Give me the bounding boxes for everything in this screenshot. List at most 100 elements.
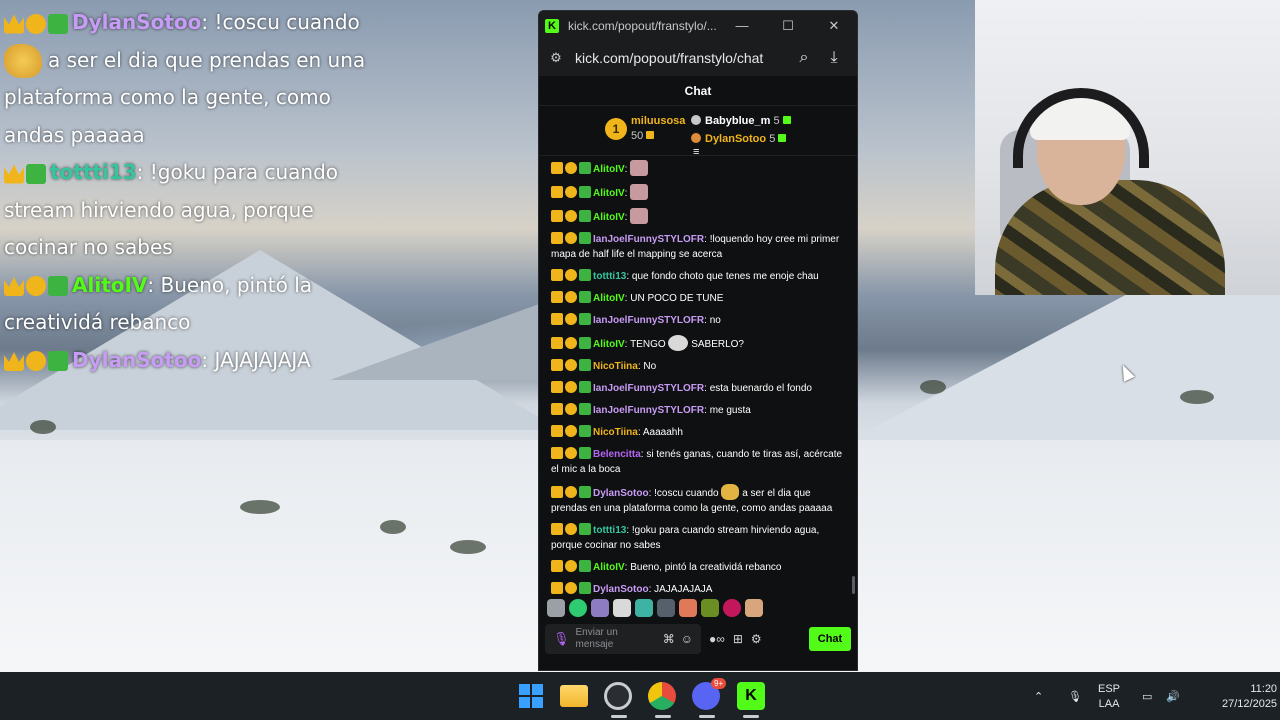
crown-badge-icon: [551, 582, 563, 594]
chat-username[interactable]: AlitoIV: [593, 562, 625, 573]
chat-message[interactable]: AlitoIV: TENGO SABERLO?: [551, 335, 849, 352]
turtle-emote-icon[interactable]: [701, 599, 719, 617]
chat-message[interactable]: IanJoelFunnySTYLOFR: no: [551, 313, 849, 328]
chat-username[interactable]: IanJoelFunnySTYLOFR: [593, 234, 704, 245]
chat-message[interactable]: DylanSotoo: !coscu cuando a ser el dia q…: [551, 484, 849, 516]
subscriber-badge-icon: [26, 351, 46, 371]
face-emote-icon[interactable]: [723, 599, 741, 617]
chat-username[interactable]: DylanSotoo: [593, 584, 649, 595]
sub-badge-icon: [565, 447, 577, 459]
tray-overflow-icon[interactable]: ⌃: [1034, 672, 1043, 720]
bunny-emote-icon[interactable]: [591, 599, 609, 617]
microphone-icon[interactable]: 🎙: [553, 631, 570, 647]
chat-message[interactable]: AlitoIV: UN POCO DE TUNE: [551, 291, 849, 306]
points-icon[interactable]: ●∞: [709, 632, 725, 646]
headset-icon: [1013, 88, 1149, 168]
network-icon[interactable]: ▭: [1142, 672, 1152, 720]
pointing-emote-icon[interactable]: [679, 599, 697, 617]
chat-message[interactable]: AlitoIV:: [551, 160, 849, 177]
hat-emote-icon[interactable]: [657, 599, 675, 617]
chat-username[interactable]: Belencitta: [593, 449, 641, 460]
girl-emote-icon[interactable]: [745, 599, 763, 617]
chat-message[interactable]: IanJoelFunnySTYLOFR: me gusta: [551, 403, 849, 418]
gift-box-icon[interactable]: ⊞: [733, 632, 743, 646]
chat-message[interactable]: DylanSotoo: JAJAJAJAJA: [551, 582, 849, 596]
chat-username[interactable]: tottti13: [593, 525, 626, 536]
commands-icon[interactable]: ⌘: [663, 632, 675, 646]
chat-input-placeholder[interactable]: Enviar un mensaje: [576, 627, 657, 651]
clock[interactable]: 11:20 27/12/2025: [1222, 682, 1277, 712]
overlay-message: DylanSotoo: !coscu cuando a ser el dia q…: [4, 4, 384, 154]
chat-username[interactable]: AlitoIV: [593, 212, 625, 223]
chat-text: que fondo choto que tenes me enoje chau: [631, 271, 819, 282]
leaderboard-first[interactable]: 1 miluusosa 50: [605, 114, 685, 144]
chat-message[interactable]: tottti13: que fondo choto que tenes me e…: [551, 269, 849, 284]
taskbar[interactable]: 9+ K ⌃ 🎙 ESP LAA ▭ 🔊 11:20 27/12/2025: [0, 672, 1280, 720]
crown-badge-icon: [551, 313, 563, 325]
chat-username[interactable]: NicoTiina: [593, 427, 638, 438]
window-titlebar[interactable]: K kick.com/popout/franstylo/... — ☐ ✕: [539, 11, 857, 40]
dog-emote-icon: [721, 484, 740, 500]
chat-username[interactable]: AlitoIV: [593, 164, 625, 175]
chat-username[interactable]: AlitoIV: [593, 293, 625, 304]
chat-composer[interactable]: 🎙 Enviar un mensaje ⌘ ☺ ●∞ ⊞ ⚙ Chat: [539, 620, 857, 658]
cat-emote-icon[interactable]: [547, 599, 565, 617]
gift-leaderboard[interactable]: 1 miluusosa 50 Babyblue_m 5 DylanSotoo 5…: [539, 106, 857, 158]
search-icon[interactable]: ⌕: [789, 49, 819, 67]
start-button[interactable]: [515, 680, 547, 712]
rank-dot-icon: [691, 115, 701, 125]
maximize-button[interactable]: ☐: [765, 11, 811, 40]
chat-message[interactable]: NicoTiina: No: [551, 359, 849, 374]
chat-messages[interactable]: AlitoIV: AlitoIV: AlitoIV: IanJoelFunnyS…: [539, 156, 857, 596]
chat-message[interactable]: AlitoIV: Bueno, pintó la creatividá reba…: [551, 560, 849, 575]
leaderboard-entry[interactable]: DylanSotoo 5: [691, 130, 791, 148]
chat-message[interactable]: NicoTiina: Aaaaahh: [551, 425, 849, 440]
chat-username[interactable]: AlitoIV: [593, 188, 625, 199]
chat-username[interactable]: DylanSotoo: [593, 488, 649, 499]
chrome-icon[interactable]: [648, 682, 676, 710]
crown-badge-icon: [551, 381, 563, 393]
user-badges: [551, 162, 593, 175]
url-text[interactable]: kick.com/popout/franstylo/chat: [575, 50, 789, 66]
chat-username[interactable]: AlitoIV: [593, 339, 625, 350]
file-explorer-icon[interactable]: [560, 685, 588, 707]
emote-bar[interactable]: [539, 596, 857, 620]
chat-message[interactable]: AlitoIV:: [551, 184, 849, 201]
scrollbar-thumb[interactable]: [852, 576, 855, 594]
close-button[interactable]: ✕: [811, 11, 857, 40]
send-chat-button[interactable]: Chat: [809, 627, 851, 651]
chat-message[interactable]: AlitoIV:: [551, 208, 849, 225]
chat-username[interactable]: tottti13: [593, 271, 626, 282]
language-indicator[interactable]: ESP LAA: [1098, 682, 1120, 712]
leaderboard-entry[interactable]: Babyblue_m 5: [691, 112, 791, 130]
chat-message[interactable]: Belencitta: si tenés ganas, cuando te ti…: [551, 447, 849, 477]
kick-app-icon[interactable]: K: [737, 682, 765, 710]
obs-icon[interactable]: [604, 682, 632, 710]
chat-popout-window[interactable]: K kick.com/popout/franstylo/... — ☐ ✕ ⚙ …: [538, 10, 858, 671]
globe-emote-icon[interactable]: [569, 599, 587, 617]
chat-message[interactable]: IanJoelFunnySTYLOFR: esta buenardo el fo…: [551, 381, 849, 396]
chat-text: UN POCO DE TUNE: [630, 293, 724, 304]
chat-message[interactable]: IanJoelFunnySTYLOFR: !loquendo hoy cree …: [551, 232, 849, 262]
leaderboard-others[interactable]: Babyblue_m 5 DylanSotoo 5: [691, 112, 791, 148]
chat-username[interactable]: IanJoelFunnySTYLOFR: [593, 383, 704, 394]
kick-logo-icon: K: [545, 18, 559, 33]
chat-username[interactable]: NicoTiina: [593, 361, 638, 372]
crown-badge-icon: [4, 14, 24, 34]
microphone-tray-icon[interactable]: 🎙: [1068, 672, 1082, 720]
address-bar[interactable]: ⚙ kick.com/popout/franstylo/chat ⌕ ⤓: [539, 40, 857, 76]
site-settings-icon[interactable]: ⚙: [547, 49, 565, 67]
emoji-icon[interactable]: ☺: [681, 632, 693, 646]
settings-icon[interactable]: ⚙: [751, 632, 762, 646]
crown-badge-icon: [551, 447, 563, 459]
chat-input[interactable]: 🎙 Enviar un mensaje ⌘ ☺: [545, 624, 701, 654]
hand-emote-icon[interactable]: [613, 599, 631, 617]
bird-emote-icon[interactable]: [635, 599, 653, 617]
user-badges: [551, 425, 593, 438]
minimize-button[interactable]: —: [719, 11, 765, 40]
volume-icon[interactable]: 🔊: [1166, 672, 1180, 720]
download-icon[interactable]: ⤓: [819, 49, 849, 67]
chat-username[interactable]: IanJoelFunnySTYLOFR: [593, 405, 704, 416]
chat-message[interactable]: tottti13: !goku para cuando stream hirvi…: [551, 523, 849, 553]
chat-username[interactable]: IanJoelFunnySTYLOFR: [593, 315, 704, 326]
